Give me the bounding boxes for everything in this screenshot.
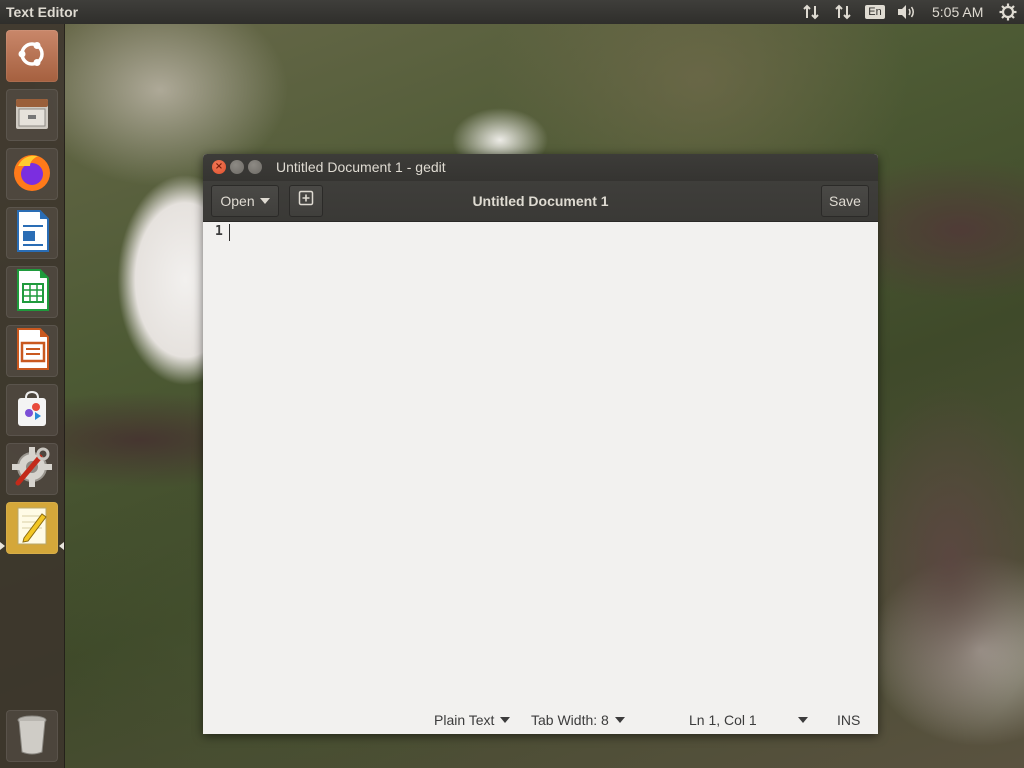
line-number: 1 xyxy=(215,224,223,239)
settings-wrench-icon xyxy=(10,445,54,493)
chevron-down-icon xyxy=(798,717,808,723)
open-label: Open xyxy=(220,193,255,209)
insert-mode-label: INS xyxy=(837,712,861,728)
text-editor-area[interactable]: 1 xyxy=(203,222,878,708)
launcher-files[interactable] xyxy=(6,89,58,141)
window-title: Untitled Document 1 - gedit xyxy=(276,159,446,175)
text-cursor xyxy=(229,224,230,241)
gedit-window: × Untitled Document 1 - gedit Untitled D… xyxy=(203,154,878,734)
launcher-text-editor[interactable] xyxy=(6,502,58,554)
volume-icon[interactable] xyxy=(895,0,919,24)
position-dropdown[interactable] xyxy=(792,706,808,734)
language-label: Plain Text xyxy=(434,712,495,728)
launcher-system-settings[interactable] xyxy=(6,443,58,495)
launcher xyxy=(0,24,65,768)
firefox-icon xyxy=(10,150,54,198)
launcher-libreoffice-calc[interactable] xyxy=(6,266,58,318)
window-titlebar[interactable]: × Untitled Document 1 - gedit xyxy=(203,154,878,181)
insert-mode-indicator[interactable]: INS xyxy=(837,706,860,734)
clock[interactable]: 5:05 AM xyxy=(932,0,983,24)
top-panel: Text Editor En 5:05 AM xyxy=(0,0,1024,24)
network-transfer-icon[interactable] xyxy=(800,0,822,24)
chevron-down-icon xyxy=(614,717,625,723)
file-cabinet-icon xyxy=(12,93,52,137)
header-bar: Untitled Document 1 Open Save xyxy=(203,181,878,222)
maximize-icon[interactable] xyxy=(248,160,262,174)
chevron-down-icon xyxy=(500,717,511,723)
new-tab-icon xyxy=(298,185,314,217)
tab-width-selector[interactable]: Tab Width: 8 xyxy=(531,706,625,734)
language-selector[interactable]: Plain Text xyxy=(434,706,511,734)
close-icon[interactable]: × xyxy=(212,160,226,174)
active-app-title: Text Editor xyxy=(6,4,79,20)
software-bag-icon xyxy=(12,388,52,432)
system-gear-icon[interactable] xyxy=(997,0,1019,24)
text-editor-pencil-icon xyxy=(12,504,52,552)
network-transfer-icon[interactable] xyxy=(832,0,854,24)
status-bar: Plain Text Tab Width: 8 Ln 1, Col 1 INS xyxy=(203,706,878,734)
cursor-position-label: Ln 1, Col 1 xyxy=(689,712,757,728)
ubuntu-logo-icon xyxy=(12,34,52,78)
chevron-down-icon xyxy=(259,198,270,204)
keyboard-language-indicator[interactable]: En xyxy=(864,0,886,24)
cursor-position[interactable]: Ln 1, Col 1 xyxy=(689,706,757,734)
impress-presentation-icon xyxy=(12,327,52,375)
writer-document-icon xyxy=(12,209,52,257)
launcher-libreoffice-impress[interactable] xyxy=(6,325,58,377)
save-button[interactable]: Save xyxy=(821,185,869,217)
launcher-software[interactable] xyxy=(6,384,58,436)
launcher-ubuntu-dash[interactable] xyxy=(6,30,58,82)
trash-icon xyxy=(14,712,50,760)
calc-spreadsheet-icon xyxy=(12,268,52,316)
launcher-libreoffice-writer[interactable] xyxy=(6,207,58,259)
open-button[interactable]: Open xyxy=(211,185,279,217)
launcher-trash[interactable] xyxy=(6,710,58,762)
running-indicator xyxy=(0,542,5,550)
minimize-icon[interactable] xyxy=(230,160,244,174)
language-label: En xyxy=(865,5,885,19)
new-document-button[interactable] xyxy=(289,185,323,217)
launcher-firefox[interactable] xyxy=(6,148,58,200)
tab-width-label: Tab Width: 8 xyxy=(531,712,609,728)
focused-indicator xyxy=(59,542,64,550)
